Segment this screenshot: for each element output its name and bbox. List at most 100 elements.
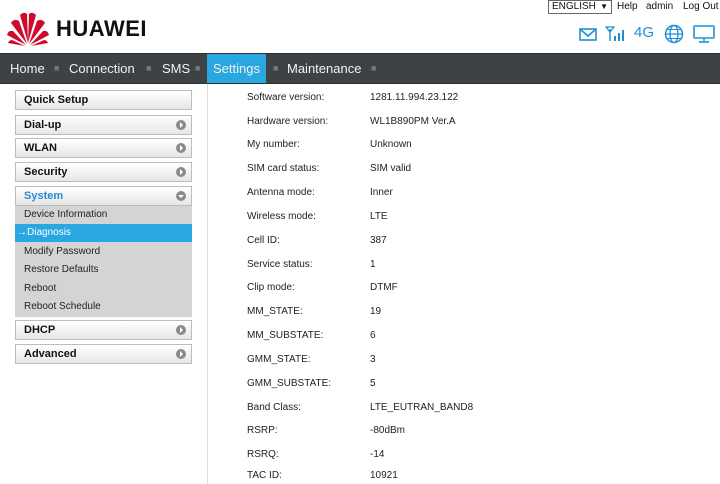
sidebar-item-label: Advanced bbox=[24, 348, 77, 360]
admin-link[interactable]: admin bbox=[646, 1, 673, 12]
info-row: SIM card status: SIM valid bbox=[247, 163, 647, 177]
logout-link[interactable]: Log Out bbox=[683, 1, 719, 12]
chevron-right-icon bbox=[176, 167, 186, 177]
info-row: MM_STATE: 19 bbox=[247, 306, 647, 320]
info-label: TAC ID: bbox=[247, 470, 282, 481]
help-link[interactable]: Help bbox=[617, 1, 638, 12]
chevron-right-icon bbox=[176, 120, 186, 130]
huawei-logo-icon bbox=[7, 12, 49, 46]
info-label: Hardware version: bbox=[247, 116, 329, 127]
sidebar-item-label: Security bbox=[24, 166, 68, 178]
monitor-icon[interactable] bbox=[693, 25, 715, 43]
info-label: RSRQ: bbox=[247, 449, 279, 460]
info-row: Software version: 1281.11.994.23.122 bbox=[247, 92, 647, 106]
chevron-right-icon bbox=[176, 325, 186, 335]
info-label: Wireless mode: bbox=[247, 211, 316, 222]
sidebar-item-label: WLAN bbox=[24, 142, 57, 154]
info-value: 3 bbox=[370, 354, 376, 365]
info-label: MM_SUBSTATE: bbox=[247, 330, 324, 341]
signal-icon bbox=[605, 26, 624, 41]
submenu-item-modify-password[interactable]: Modify Password bbox=[15, 243, 192, 261]
sidebar-item-advanced[interactable]: Advanced bbox=[15, 344, 192, 364]
header: HUAWEI ENGLISH ▼ Help admin Log Out 4G bbox=[0, 0, 720, 53]
info-value: LTE_EUTRAN_BAND8 bbox=[370, 402, 474, 413]
globe-icon[interactable] bbox=[664, 24, 684, 44]
sidebar-item-label: Dial-up bbox=[24, 119, 62, 131]
info-row: Service status: 1 bbox=[247, 259, 647, 273]
info-value: WL1B890PM Ver.A bbox=[370, 116, 456, 127]
sidebar-item-label: DHCP bbox=[24, 324, 56, 336]
info-row: MM_SUBSTATE: 6 bbox=[247, 330, 647, 344]
sidebar-item-quick-setup[interactable]: Quick Setup bbox=[15, 90, 192, 110]
nav-connection[interactable]: Connection bbox=[69, 54, 135, 83]
sidebar-item-wlan[interactable]: WLAN bbox=[15, 138, 192, 158]
dropdown-arrow-icon: ▼ bbox=[600, 2, 608, 11]
submenu-item-device-information[interactable]: Device Information bbox=[15, 206, 192, 224]
info-value: SIM valid bbox=[370, 163, 412, 174]
info-row: Antenna mode: Inner bbox=[247, 187, 647, 201]
info-value: 387 bbox=[370, 235, 387, 246]
info-value: Inner bbox=[370, 187, 393, 198]
info-row: GMM_STATE: 3 bbox=[247, 354, 647, 368]
info-label: RSRP: bbox=[247, 425, 278, 436]
info-label: Service status: bbox=[247, 259, 313, 270]
submenu-item-restore-defaults[interactable]: Restore Defaults bbox=[15, 261, 192, 279]
submenu-item-diagnosis[interactable]: →Diagnosis bbox=[15, 224, 192, 242]
info-label: MM_STATE: bbox=[247, 306, 303, 317]
info-row: Band Class: LTE_EUTRAN_BAND8 bbox=[247, 402, 647, 416]
info-row: Clip mode: DTMF bbox=[247, 282, 647, 296]
info-value: 5 bbox=[370, 378, 376, 389]
info-value: Unknown bbox=[370, 139, 412, 150]
nav-separator: ■ bbox=[54, 63, 60, 73]
info-row: My number: Unknown bbox=[247, 139, 647, 153]
nav-separator: ■ bbox=[195, 63, 201, 73]
info-label: Antenna mode: bbox=[247, 187, 315, 198]
info-row: TAC ID: 10921 bbox=[247, 470, 647, 484]
submenu-item-reboot-schedule[interactable]: Reboot Schedule bbox=[15, 298, 192, 316]
info-label: Software version: bbox=[247, 92, 325, 103]
info-row: Hardware version: WL1B890PM Ver.A bbox=[247, 116, 647, 130]
sidebar-item-dhcp[interactable]: DHCP bbox=[15, 320, 192, 340]
sidebar-item-label: System bbox=[24, 190, 64, 202]
sidebar-item-dial-up[interactable]: Dial-up bbox=[15, 115, 192, 135]
info-label: SIM card status: bbox=[247, 163, 320, 174]
info-value: DTMF bbox=[370, 282, 398, 293]
info-row: RSRP: -80dBm bbox=[247, 425, 647, 439]
language-select[interactable]: ENGLISH ▼ bbox=[548, 0, 612, 14]
info-label: Band Class: bbox=[247, 402, 301, 413]
info-value: -80dBm bbox=[370, 425, 406, 436]
language-select-value: ENGLISH bbox=[552, 1, 596, 12]
info-label: Cell ID: bbox=[247, 235, 280, 246]
info-label: GMM_SUBSTATE: bbox=[247, 378, 332, 389]
nav-sms[interactable]: SMS bbox=[162, 54, 190, 83]
sidebar-item-security[interactable]: Security bbox=[15, 162, 192, 182]
chevron-down-icon bbox=[176, 191, 186, 201]
nav-separator: ■ bbox=[371, 63, 377, 73]
nav-maintenance[interactable]: Maintenance bbox=[287, 54, 361, 83]
info-value: 6 bbox=[370, 330, 376, 341]
info-label: My number: bbox=[247, 139, 300, 150]
info-label: Clip mode: bbox=[247, 282, 295, 293]
submenu-item-reboot[interactable]: Reboot bbox=[15, 280, 192, 298]
chevron-right-icon bbox=[176, 143, 186, 153]
info-row: Cell ID: 387 bbox=[247, 235, 647, 249]
info-label: GMM_STATE: bbox=[247, 354, 311, 365]
info-value: 1281.11.994.23.122 bbox=[370, 92, 459, 103]
brand-name: HUAWEI bbox=[56, 16, 147, 41]
nav-home[interactable]: Home bbox=[10, 54, 45, 83]
main-nav: Home ■ Connection ■ SMS ■ Settings ■ Mai… bbox=[0, 53, 720, 84]
sidebar-item-system[interactable]: System bbox=[15, 186, 192, 206]
info-row: RSRQ: -14 bbox=[247, 449, 647, 463]
info-value: LTE bbox=[370, 211, 388, 222]
nav-separator: ■ bbox=[273, 63, 279, 73]
chevron-right-icon bbox=[176, 349, 186, 359]
info-value: -14 bbox=[370, 449, 385, 460]
info-row: GMM_SUBSTATE: 5 bbox=[247, 378, 647, 392]
nav-settings[interactable]: Settings bbox=[207, 54, 266, 83]
divider bbox=[207, 84, 208, 484]
system-submenu: Device Information →Diagnosis Modify Pas… bbox=[15, 206, 192, 317]
info-value: 1 bbox=[370, 259, 376, 270]
info-row: Wireless mode: LTE bbox=[247, 211, 647, 225]
nav-separator: ■ bbox=[146, 63, 152, 73]
mail-icon[interactable] bbox=[579, 28, 597, 41]
